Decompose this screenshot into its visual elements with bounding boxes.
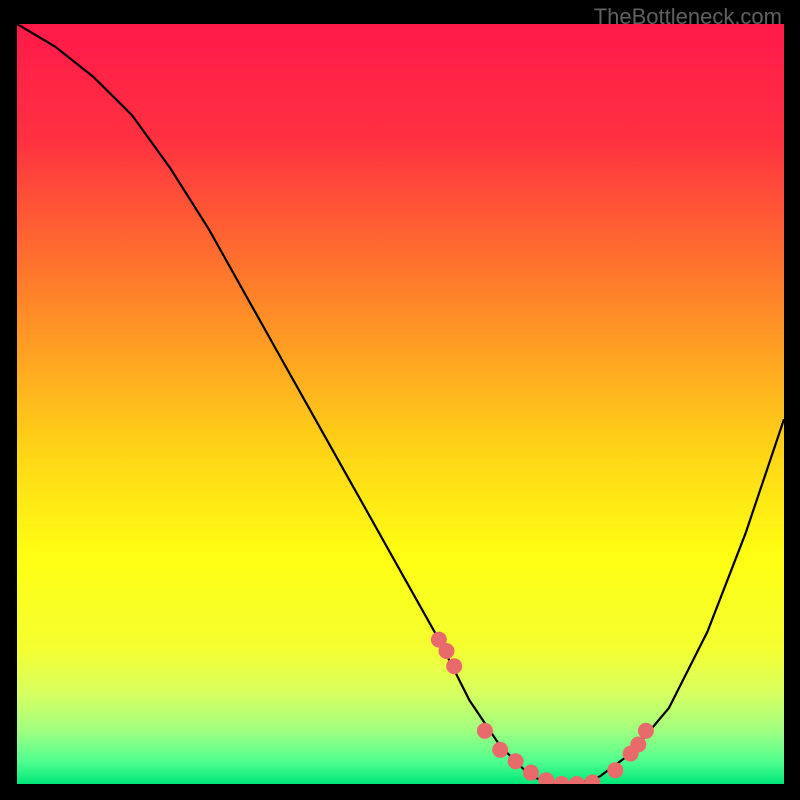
marker-point bbox=[446, 658, 462, 674]
marker-point bbox=[523, 765, 539, 781]
marker-point bbox=[492, 742, 508, 758]
plot-area bbox=[17, 24, 784, 784]
marker-point bbox=[439, 643, 455, 659]
marker-point bbox=[630, 737, 646, 753]
marker-point bbox=[607, 762, 623, 778]
gradient-background bbox=[17, 24, 784, 784]
marker-point bbox=[508, 753, 524, 769]
marker-point bbox=[477, 723, 493, 739]
watermark-text: TheBottleneck.com bbox=[594, 4, 782, 30]
chart-svg bbox=[17, 24, 784, 784]
marker-point bbox=[638, 723, 654, 739]
